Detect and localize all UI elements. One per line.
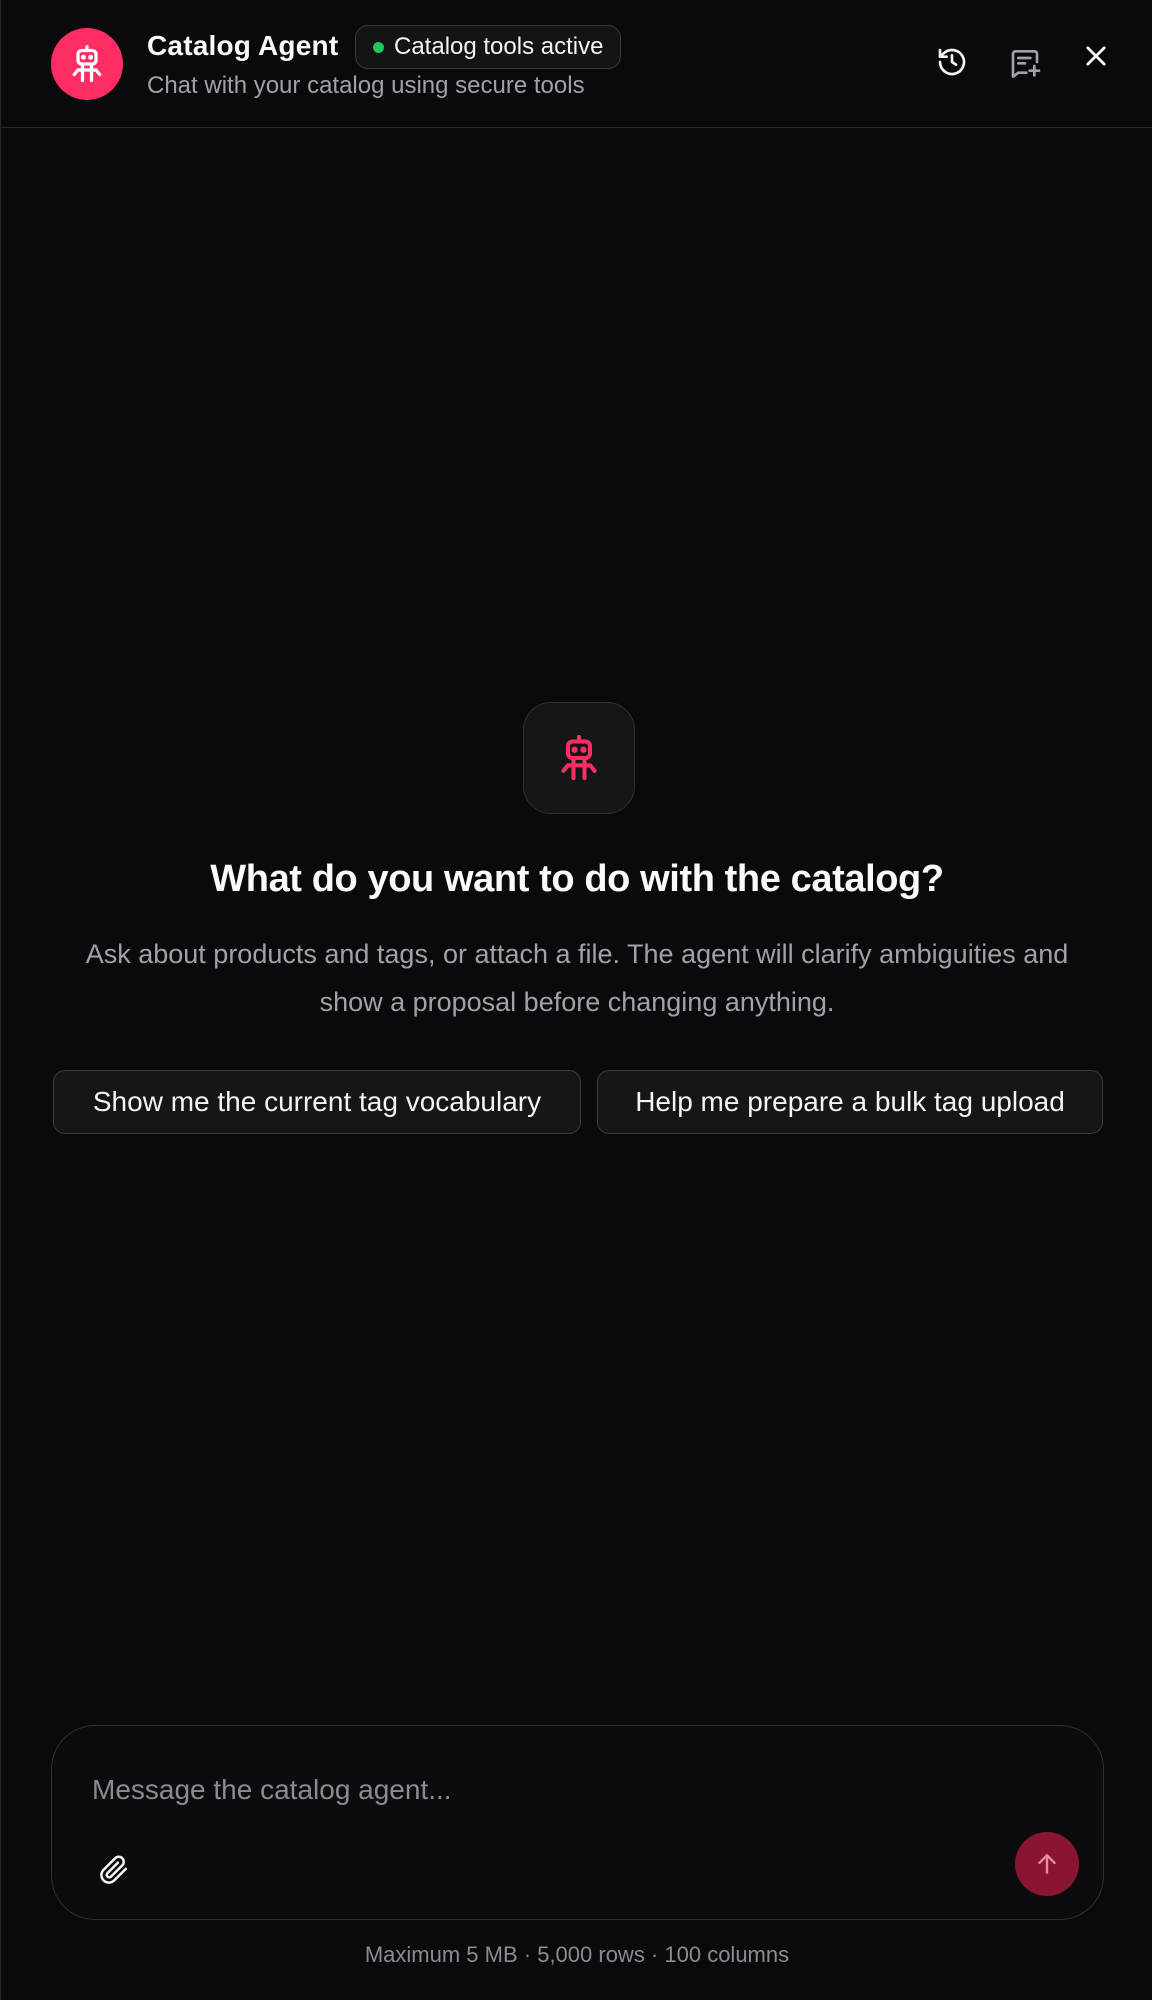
new-chat-button[interactable]: [1003, 40, 1047, 84]
suggestion-button-bulk-upload[interactable]: Help me prepare a bulk tag upload: [597, 1070, 1103, 1134]
robot-icon: [72, 45, 102, 83]
message-input[interactable]: [92, 1768, 1052, 1812]
empty-state-description: Ask about products and tags, or attach a…: [85, 939, 1069, 1017]
robot-icon: [561, 734, 597, 781]
empty-state-heading: What do you want to do with the catalog?: [210, 858, 944, 900]
status-badge-label: Catalog tools active: [394, 33, 604, 60]
upload-limits-note: Maximum 5 MB · 5,000 rows · 100 columns: [364, 1942, 790, 1967]
agent-avatar: [51, 28, 123, 100]
agent-subtitle: Chat with your catalog using secure tool…: [147, 72, 585, 99]
panel-header: Catalog Agent Catalog tools active Chat …: [1, 0, 1152, 128]
suggestion-button-tag-vocabulary[interactable]: Show me the current tag vocabulary: [53, 1070, 581, 1134]
arrow-up-icon: [1038, 1854, 1056, 1874]
catalog-agent-panel: Catalog Agent Catalog tools active Chat …: [0, 0, 1152, 2000]
close-icon: [1086, 46, 1106, 66]
agent-title: Catalog Agent: [147, 30, 339, 61]
message-composer: [51, 1725, 1104, 1920]
new-chat-icon: [1011, 50, 1041, 78]
close-button[interactable]: [1074, 34, 1118, 78]
status-badge: Catalog tools active: [355, 25, 622, 69]
status-dot: [373, 41, 384, 53]
history-button[interactable]: [930, 40, 974, 84]
attach-file-button[interactable]: [92, 1848, 136, 1892]
send-button[interactable]: [1015, 1832, 1079, 1896]
paperclip-icon: [100, 1855, 127, 1884]
history-icon: [938, 48, 966, 76]
empty-state-icon-tile: [523, 702, 635, 814]
